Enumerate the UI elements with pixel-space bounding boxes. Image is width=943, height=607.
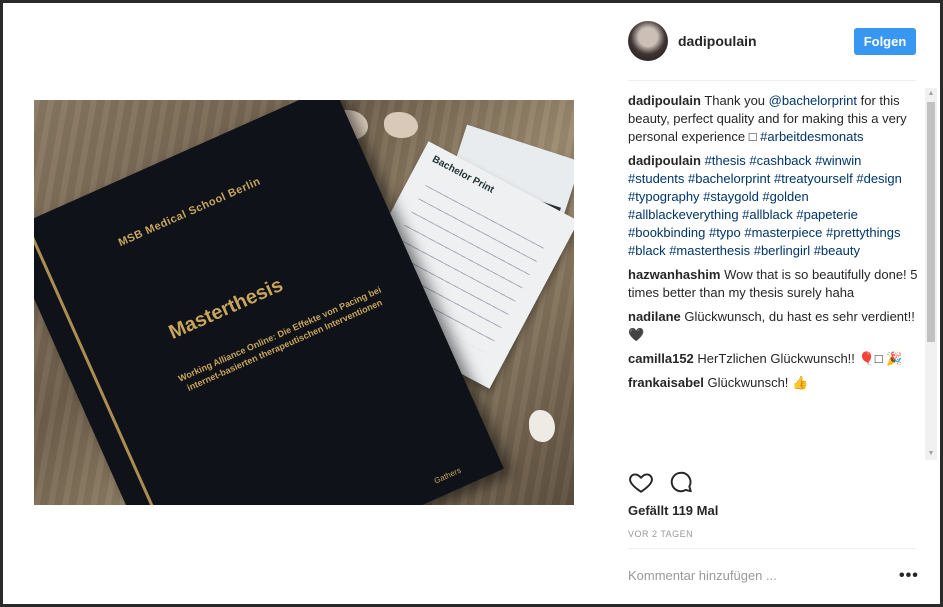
- crystal-decoration: [529, 410, 555, 442]
- avatar[interactable]: [628, 21, 668, 61]
- post-timestamp[interactable]: VOR 2 TAGEN: [628, 529, 693, 539]
- comment-item: camilla152 HerTzlichen Glückwunsch!! 🎈□ …: [628, 350, 918, 368]
- post-media: Bachelor Print MSB Medical School Berlin…: [3, 3, 613, 604]
- comment-username[interactable]: nadilane: [628, 309, 681, 324]
- comment-item: nadilane Glückwunsch, du hast es sehr ve…: [628, 308, 918, 344]
- scroll-down-arrow-icon[interactable]: ▼: [925, 448, 937, 460]
- comment-divider: [628, 548, 916, 549]
- crystal-decoration: [384, 112, 418, 138]
- author-username[interactable]: dadipoulain: [678, 33, 757, 49]
- book-author: Gathers: [432, 465, 463, 486]
- heart-icon[interactable]: [628, 469, 654, 495]
- comment-item: frankaisabel Glückwunsch! 👍: [628, 374, 918, 392]
- comments-scrollbar[interactable]: ▲ ▼: [925, 88, 937, 460]
- comment-username[interactable]: camilla152: [628, 351, 694, 366]
- comment-text: HerTzlichen Glückwunsch!! 🎈□ 🎉: [693, 351, 903, 366]
- follow-button[interactable]: Folgen: [854, 28, 916, 55]
- header-divider: [628, 80, 916, 81]
- comment-text: Thank you: [700, 93, 769, 108]
- book-school: MSB Medical School Berlin: [116, 175, 263, 250]
- post-photo[interactable]: Bachelor Print MSB Medical School Berlin…: [34, 100, 574, 505]
- comment-username[interactable]: dadipoulain: [628, 153, 701, 168]
- more-options-icon[interactable]: •••: [899, 568, 919, 584]
- post-actions: [628, 469, 728, 499]
- post-dialog: Bachelor Print MSB Medical School Berlin…: [3, 3, 940, 604]
- comment-hashtags[interactable]: #arbeitdesmonats: [760, 129, 863, 144]
- book-subtitle: Working Alliance Online: Die Effekte von…: [176, 284, 384, 393]
- comment-item: hazwanhashim Wow that is so beautifully …: [628, 266, 918, 302]
- scrollbar-thumb[interactable]: [927, 102, 935, 342]
- comment-item: dadipoulain #thesis #cashback #winwin #s…: [628, 152, 918, 260]
- comments-list: dadipoulain Thank you @bachelorprint for…: [628, 92, 918, 458]
- comment-bubble-icon[interactable]: [668, 469, 694, 495]
- add-comment-input[interactable]: [628, 568, 868, 583]
- comment-username[interactable]: dadipoulain: [628, 93, 701, 108]
- comment-username[interactable]: hazwanhashim: [628, 267, 720, 282]
- comment-mention[interactable]: @bachelorprint: [769, 93, 857, 108]
- scroll-up-arrow-icon[interactable]: ▲: [925, 88, 937, 100]
- post-header: dadipoulain Folgen: [628, 21, 918, 65]
- post-sidebar: dadipoulain Folgen dadipoulain Thank you…: [613, 3, 940, 604]
- comment-hashtags[interactable]: #thesis #cashback #winwin #students #bac…: [628, 153, 902, 258]
- comment-text: Glückwunsch! 👍: [703, 375, 809, 390]
- likes-count[interactable]: Gefällt 119 Mal: [628, 503, 718, 518]
- comment-username[interactable]: frankaisabel: [628, 375, 704, 390]
- comment-item: dadipoulain Thank you @bachelorprint for…: [628, 92, 918, 146]
